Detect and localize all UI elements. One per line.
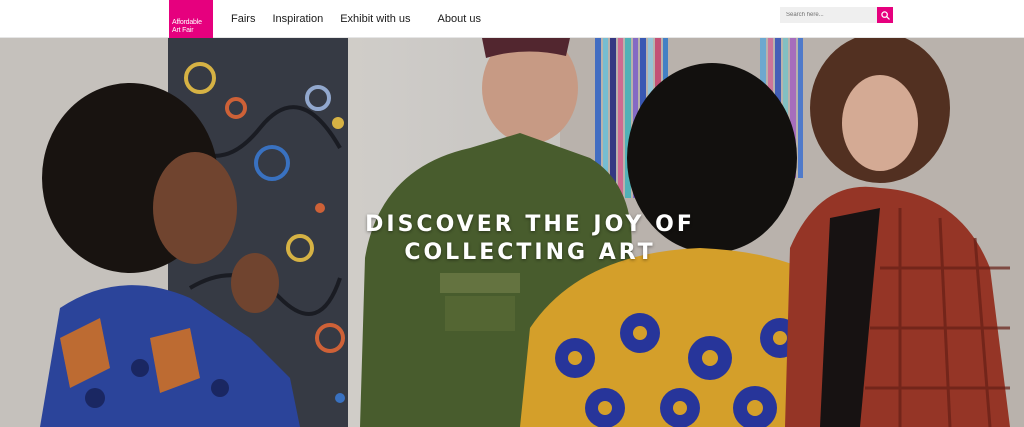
- search-input[interactable]: [780, 7, 877, 23]
- search-bar: [780, 7, 893, 23]
- nav-inspiration[interactable]: Inspiration: [272, 13, 323, 25]
- nav-fairs[interactable]: Fairs: [231, 13, 255, 25]
- hero-title-line-1: DISCOVER THE JOY OF: [365, 212, 695, 237]
- nav-exhibit-with-us[interactable]: Exhibit with us: [340, 13, 410, 25]
- hero-banner: DISCOVER THE JOY OF COLLECTING ART: [0, 38, 1024, 427]
- affordable-art-fair-logo[interactable]: Affordable Art Fair: [169, 0, 213, 38]
- nav-about-us[interactable]: About us: [438, 13, 481, 25]
- hero-title: DISCOVER THE JOY OF COLLECTING ART: [0, 211, 1024, 267]
- logo-line-2: Art Fair: [172, 26, 194, 34]
- site-header: Affordable Art Fair Fairs Inspiration Ex…: [0, 0, 1024, 38]
- search-icon: [880, 10, 890, 20]
- main-nav: Fairs Inspiration Exhibit with us About …: [231, 0, 498, 38]
- logo-line-1: Affordable: [172, 19, 202, 26]
- search-button[interactable]: [877, 7, 893, 23]
- hero-title-line-2: COLLECTING ART: [404, 240, 656, 265]
